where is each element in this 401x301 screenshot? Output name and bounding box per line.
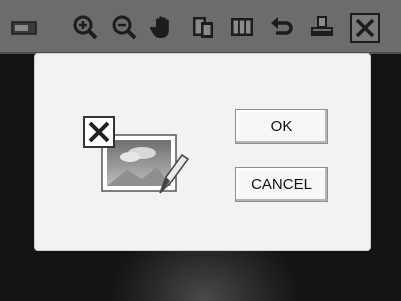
cancel-button[interactable]: CANCEL	[235, 167, 328, 202]
ok-button[interactable]: OK	[235, 109, 328, 144]
copy-icon[interactable]	[189, 13, 217, 41]
tile-view-icon[interactable]	[228, 13, 256, 41]
close-icon[interactable]	[350, 13, 380, 43]
viewer-screen: OK CANCEL	[0, 0, 401, 301]
toolbar	[0, 0, 401, 54]
media-icon[interactable]	[10, 13, 38, 41]
pan-hand-icon[interactable]	[149, 13, 177, 41]
delete-image-icon	[82, 115, 192, 199]
zoom-out-icon[interactable]	[110, 13, 138, 41]
confirm-dialog: OK CANCEL	[35, 54, 370, 250]
zoom-in-icon[interactable]	[71, 13, 99, 41]
rotate-icon[interactable]	[268, 13, 296, 41]
print-icon[interactable]	[308, 13, 336, 41]
